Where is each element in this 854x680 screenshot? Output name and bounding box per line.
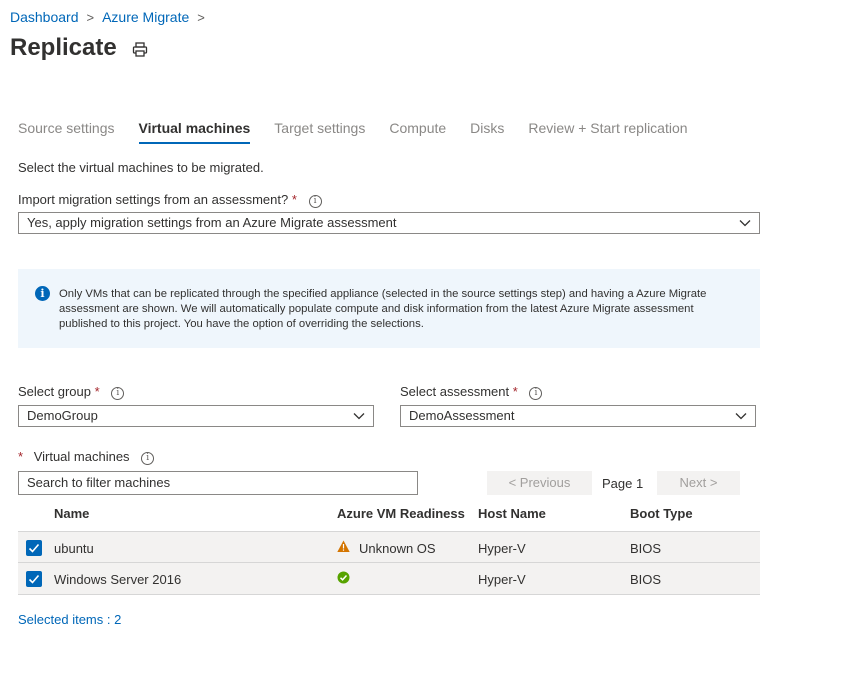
print-icon[interactable] xyxy=(131,41,149,59)
table-row[interactable]: Windows Server 2016 Hyper-V BIOS xyxy=(18,563,760,595)
required-marker: * xyxy=(512,384,518,399)
readiness-link[interactable]: Unknown OS xyxy=(359,541,436,556)
virtual-machines-label-text: Virtual machines xyxy=(33,449,130,464)
info-icon[interactable]: i xyxy=(529,387,543,400)
info-circle-icon: i xyxy=(35,286,50,301)
checkmark-icon xyxy=(28,574,40,584)
checkmark-icon xyxy=(28,543,40,553)
select-assessment-label: Select assessment * i xyxy=(400,384,543,400)
info-icon[interactable]: i xyxy=(141,452,155,465)
tab-virtual-machines[interactable]: Virtual machines xyxy=(138,120,251,144)
tab-compute[interactable]: Compute xyxy=(389,120,446,144)
breadcrumb-chevron-icon: > xyxy=(197,9,205,25)
column-header-host-name[interactable]: Host Name xyxy=(478,506,546,521)
chevron-down-icon xyxy=(735,413,747,420)
select-assessment-value: DemoAssessment xyxy=(409,408,515,423)
required-marker: * xyxy=(18,449,24,464)
breadcrumb-dashboard[interactable]: Dashboard xyxy=(10,9,79,25)
selected-items-link[interactable]: Selected items : 2 xyxy=(18,612,121,627)
boot-type: BIOS xyxy=(630,541,662,556)
boot-type: BIOS xyxy=(630,572,662,587)
required-marker: * xyxy=(94,384,100,399)
intro-text: Select the virtual machines to be migrat… xyxy=(18,160,264,175)
page-title: Replicate xyxy=(10,34,117,61)
tab-review-start-replication[interactable]: Review + Start replication xyxy=(528,120,687,144)
search-machines-input[interactable]: Search to filter machines xyxy=(18,471,418,495)
virtual-machines-label: * Virtual machines i xyxy=(18,449,155,465)
tab-disks[interactable]: Disks xyxy=(470,120,504,144)
column-header-name[interactable]: Name xyxy=(54,506,89,521)
info-icon[interactable]: i xyxy=(308,195,322,208)
info-banner-text: Only VMs that can be replicated through … xyxy=(59,288,707,330)
vm-name: ubuntu xyxy=(54,541,94,556)
warning-icon xyxy=(337,540,350,552)
host-name: Hyper-V xyxy=(478,541,526,556)
select-group-label-text: Select group xyxy=(18,384,91,399)
tab-source-settings[interactable]: Source settings xyxy=(18,120,115,144)
select-assessment-dropdown[interactable]: DemoAssessment xyxy=(400,405,756,427)
table-row[interactable]: ubuntu Unknown OS Hyper-V BIOS xyxy=(18,531,760,563)
breadcrumb: Dashboard > Azure Migrate > xyxy=(10,9,213,25)
chevron-down-icon xyxy=(353,413,365,420)
import-setting-value: Yes, apply migration settings from an Az… xyxy=(27,215,397,230)
host-name: Hyper-V xyxy=(478,572,526,587)
wizard-tabs: Source settings Virtual machines Target … xyxy=(18,120,712,144)
required-marker: * xyxy=(291,192,297,207)
info-banner: i Only VMs that can be replicated throug… xyxy=(18,269,760,348)
vm-name: Windows Server 2016 xyxy=(54,572,182,587)
select-group-value: DemoGroup xyxy=(27,408,98,423)
info-icon[interactable]: i xyxy=(111,387,125,400)
row-checkbox[interactable] xyxy=(26,540,42,556)
tab-target-settings[interactable]: Target settings xyxy=(274,120,365,144)
previous-button[interactable]: < Previous xyxy=(487,471,592,495)
chevron-down-icon xyxy=(739,220,751,227)
select-group-dropdown[interactable]: DemoGroup xyxy=(18,405,374,427)
column-header-readiness[interactable]: Azure VM Readiness xyxy=(337,506,465,521)
page-indicator: Page 1 xyxy=(602,476,644,491)
import-setting-label-text: Import migration settings from an assess… xyxy=(18,192,289,207)
select-group-label: Select group * i xyxy=(18,384,125,400)
breadcrumb-chevron-icon: > xyxy=(86,9,95,25)
next-button[interactable]: Next > xyxy=(657,471,740,495)
import-setting-label: Import migration settings from an assess… xyxy=(18,192,322,208)
check-circle-icon xyxy=(337,571,350,584)
import-setting-dropdown[interactable]: Yes, apply migration settings from an Az… xyxy=(18,212,760,234)
column-header-boot-type[interactable]: Boot Type xyxy=(630,506,693,521)
row-checkbox[interactable] xyxy=(26,571,42,587)
breadcrumb-azure-migrate[interactable]: Azure Migrate xyxy=(102,9,189,25)
select-assessment-label-text: Select assessment xyxy=(400,384,510,399)
